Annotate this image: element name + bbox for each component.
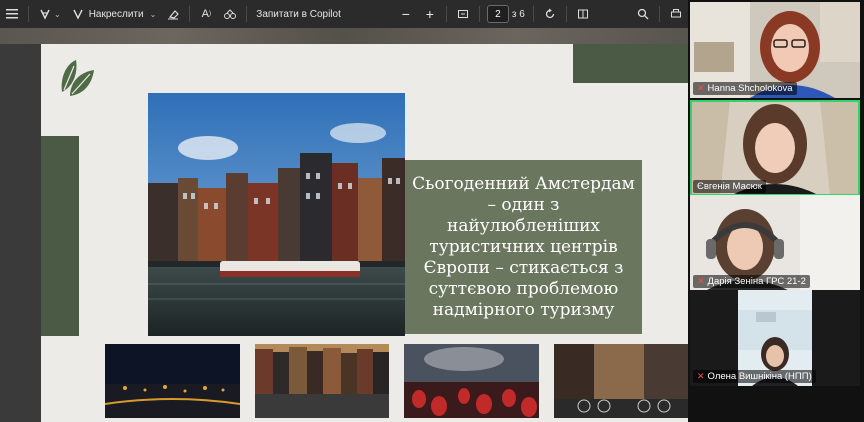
thumbnail-street-bikes — [554, 344, 688, 418]
fit-page-button[interactable] — [451, 3, 475, 25]
search-icon — [636, 7, 650, 21]
decor-block-top — [573, 44, 688, 83]
participant-tile-3[interactable]: ✕ Дарія Зеніна ГРС 21-2 — [690, 195, 860, 291]
previous-page-edge — [0, 28, 688, 44]
thumbnail-canal-houses — [255, 344, 389, 418]
chevron-down-icon: ⌄ — [54, 9, 61, 19]
draw-label: Накреслити — [88, 8, 144, 20]
toolbar-divider — [478, 6, 480, 22]
rotate-icon — [543, 7, 557, 21]
copilot-button[interactable]: Запитати в Copilot — [251, 3, 346, 25]
participant-name: Дарія Зеніна ГРС 21-2 — [707, 276, 806, 287]
toolbar-divider — [532, 6, 534, 22]
search-button[interactable] — [631, 3, 655, 25]
zoom-in-button[interactable]: + — [418, 3, 442, 25]
toolbar-divider — [28, 6, 29, 22]
participant-tile-4[interactable]: ✕ Олена Вишнікіна (НПП) — [690, 290, 860, 386]
rotate-button[interactable] — [538, 3, 562, 25]
mic-muted-icon: ✕ — [697, 371, 705, 381]
decor-block-left — [41, 136, 79, 336]
participant-name-tag: ✕ Hanna Shcholokova — [693, 82, 797, 95]
participant-name: Євгенія Масюк — [697, 181, 762, 192]
mic-muted-icon: ✕ — [697, 83, 705, 93]
participant-name: Hanna Shcholokova — [707, 83, 793, 94]
participant-name: Олена Вишнікіна (НПП) — [707, 371, 812, 382]
print-button[interactable] — [664, 3, 688, 25]
screen: ⌄ Накреслити ⌄ A) Запитати в Copilot − +… — [0, 0, 864, 422]
page-view-icon — [576, 7, 590, 21]
toolbar-divider — [189, 6, 191, 22]
participant-name-tag: Євгенія Масюк — [693, 180, 766, 193]
page-number-input[interactable]: 2 — [486, 5, 509, 23]
pen-icon — [71, 7, 85, 21]
participant-tile-1[interactable]: ✕ Hanna Shcholokova — [690, 2, 860, 98]
plus-icon: + — [425, 6, 434, 22]
pdf-toolbar: ⌄ Накреслити ⌄ A) Запитати в Copilot − +… — [0, 0, 688, 28]
zoom-out-button[interactable]: − — [394, 3, 418, 25]
print-icon — [669, 7, 683, 21]
thumbnail-night-city — [105, 344, 240, 418]
eraser-button[interactable] — [161, 3, 185, 25]
page-view-button[interactable] — [571, 3, 595, 25]
translate-icon — [223, 7, 237, 21]
highlighter-icon — [38, 7, 52, 21]
translate-button[interactable] — [218, 3, 242, 25]
copilot-label: Запитати в Copilot — [256, 8, 341, 20]
participant-name-tag: ✕ Дарія Зеніна ГРС 21-2 — [693, 275, 810, 288]
chevron-down-icon: ⌄ — [149, 9, 157, 19]
toolbar-divider — [246, 6, 248, 22]
minus-icon: − — [401, 6, 410, 22]
eraser-icon — [166, 7, 180, 21]
slide-title: Сьогоденний Амстердам – один з найулюбле… — [412, 173, 635, 320]
participant-tile-2[interactable]: Євгенія Масюк — [690, 100, 860, 196]
slide-title-box: Сьогоденний Амстердам – один з найулюбле… — [405, 160, 642, 334]
thumbnail-tulips — [404, 344, 539, 418]
toolbar-divider — [445, 6, 447, 22]
mic-muted-icon: ✕ — [697, 276, 705, 286]
highlight-button[interactable]: ⌄ — [33, 3, 66, 25]
read-aloud-icon: A) — [201, 8, 211, 20]
draw-button[interactable]: Накреслити ⌄ — [66, 3, 162, 25]
read-aloud-button[interactable]: A) — [194, 3, 218, 25]
menu-icon[interactable] — [0, 3, 24, 25]
toolbar-divider — [659, 6, 660, 22]
participant-name-tag: ✕ Олена Вишнікіна (НПП) — [693, 370, 816, 383]
fit-page-icon — [456, 7, 470, 21]
toolbar-divider — [565, 6, 567, 22]
leaf-icon — [58, 56, 96, 98]
page-total: з 6 — [511, 8, 525, 20]
amsterdam-canal-photo — [148, 93, 405, 336]
